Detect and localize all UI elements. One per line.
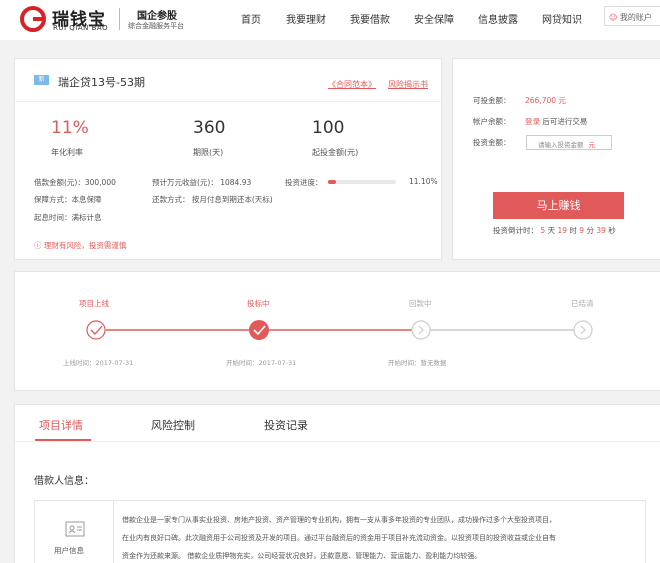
step-current-icon <box>249 320 269 340</box>
borrower-info-label: 用户信息 <box>54 546 84 555</box>
countdown-hours-unit: 时 <box>569 226 577 235</box>
loan-title: 瑞企贷13号-53期 <box>58 76 145 89</box>
account-label: 我的账户 <box>619 13 652 22</box>
tab-risk-control[interactable]: 风险控制 <box>151 417 195 433</box>
invest-button[interactable]: 马上赚钱 <box>493 192 624 219</box>
available-label: 可投金额： <box>473 96 511 105</box>
loan-amount: 借款金额(元)：300,000 <box>34 178 116 187</box>
borrower-line-3: 资金作为还款来源。 借款企业质押物充实，公司经营状况良好，还款意愿、管理能力、营… <box>122 552 482 560</box>
countdown-minutes: 9 <box>579 226 585 235</box>
logo-icon[interactable] <box>20 6 46 32</box>
countdown-label: 投资倒计时： <box>493 226 538 235</box>
repay-method: 还款方式： 按月付息到期还本(天标) <box>152 195 273 204</box>
nav-security[interactable]: 安全保障 <box>414 11 454 26</box>
min-invest-label: 起投金额(元) <box>312 148 359 157</box>
id-card-icon <box>65 521 85 537</box>
login-link[interactable]: 登录 <box>525 117 540 126</box>
balance-value: 登录 后可进行交易 <box>525 116 587 127</box>
borrower-heading: 借款人信息： <box>34 476 94 487</box>
progress-track <box>86 320 593 340</box>
borrower-line-1: 借款企业是一家专门从事实业投资、房地产投资、资产管理的专业机构，拥有一支从事多年… <box>122 516 556 524</box>
term-label: 期限(天) <box>193 148 224 157</box>
progress-bar <box>328 180 396 184</box>
contract-link[interactable]: 《合同范本》 <box>328 79 376 90</box>
input-unit: 元 <box>588 141 596 149</box>
expected-profit: 预计万元收益(元)： 1084.93 <box>152 178 252 187</box>
tagline-sub: 综合金融服务平台 <box>128 22 184 30</box>
risk-note: ⓘ 理财有风险，投资需谨慎 <box>34 240 126 251</box>
nav-borrow[interactable]: 我要借款 <box>350 11 390 26</box>
login-suffix: 后可进行交易 <box>542 117 588 126</box>
interest-start: 起息时间：满标计息 <box>34 213 102 222</box>
step-pending-icon-2 <box>573 320 593 340</box>
nav-disclosure[interactable]: 信息披露 <box>478 11 518 26</box>
tab-divider <box>15 441 660 442</box>
guarantee-method: 保障方式：本息保障 <box>34 195 102 204</box>
min-invest-value: 100 <box>312 118 345 138</box>
tab-project-detail[interactable]: 项目详情 <box>39 417 83 433</box>
input-placeholder: 请输入投资金额 <box>538 141 584 149</box>
step-time-bidding: 开始时间：2017-07-31 <box>226 359 297 367</box>
borrower-info-label-cell: 用户信息 <box>35 501 114 563</box>
nav-invest[interactable]: 我要理财 <box>286 11 326 26</box>
user-icon: ☺ <box>609 13 618 22</box>
site-header: 瑞钱宝 RUI QIAN BAO 国企参股 综合金融服务平台 首页 我要理财 我… <box>0 0 660 40</box>
progress-label: 投资进度： <box>285 178 323 187</box>
new-badge: 新 <box>34 75 49 85</box>
divider <box>15 101 441 102</box>
invest-amount-input[interactable]: 请输入投资金额元 <box>526 135 612 150</box>
detail-panel: 项目详情 风险控制 投资记录 借款人信息： 用户信息 借款企业是一家专门从事实业… <box>14 404 660 563</box>
step-pending-icon-1 <box>411 320 431 340</box>
risk-disclosure-link[interactable]: 风险揭示书 <box>388 79 428 90</box>
balance-label: 帐户余额： <box>473 117 511 126</box>
step-time-online: 上线时间：2017-07-31 <box>63 359 134 367</box>
progress-percent: 11.10% <box>409 177 438 186</box>
risk-note-text: 理财有风险，投资需谨慎 <box>43 241 127 250</box>
borrower-description: 借款企业是一家专门从事实业投资、房地产投资、资产管理的专业机构，拥有一支从事多年… <box>122 511 642 563</box>
countdown-minutes-unit: 分 <box>586 226 594 235</box>
warning-icon: ⓘ <box>34 241 42 250</box>
project-progress: 项目上线 投标中 回款中 已结清 上线时间：2017-07-31 开始时间：20… <box>14 271 660 391</box>
countdown-hours: 19 <box>557 226 567 235</box>
invest-card: 可投金额： 266,700 元 帐户余额： 登录 后可进行交易 投资金额： 请输… <box>452 58 660 260</box>
nav-home[interactable]: 首页 <box>241 11 261 26</box>
borrower-info-box: 用户信息 借款企业是一家专门从事实业投资、房地产投资、资产管理的专业机构，拥有一… <box>34 500 646 563</box>
tab-invest-records[interactable]: 投资记录 <box>264 417 308 433</box>
header-divider <box>119 8 120 30</box>
countdown-seconds: 39 <box>596 226 606 235</box>
step-label-online: 项目上线 <box>79 299 109 308</box>
step-label-settled: 已结清 <box>571 299 594 308</box>
tagline: 国企参股 <box>137 11 177 22</box>
borrower-line-2: 在业内有良好口碑。此次融资用于公司投资及开发的项目。通过平台融资后的资金用于项目… <box>122 534 556 542</box>
loan-info-card: 新 瑞企贷13号-53期 《合同范本》 风险揭示书 11% 年化利率 360 期… <box>14 58 442 260</box>
countdown-seconds-unit: 秒 <box>608 226 616 235</box>
countdown-days-unit: 天 <box>547 226 556 235</box>
countdown: 投资倒计时： 5 天 19 时 9 分 39 秒 <box>493 225 616 236</box>
rate-label: 年化利率 <box>51 148 83 157</box>
step-time-repaying: 开始时间：暂无数据 <box>388 359 447 367</box>
available-value: 266,700 元 <box>525 96 566 105</box>
countdown-days: 5 <box>540 226 546 235</box>
rate-value: 11% <box>51 118 89 138</box>
account-button[interactable]: ☺ 我的账户 <box>604 6 660 26</box>
amount-label: 投资金额： <box>473 138 511 147</box>
term-value: 360 <box>193 118 226 138</box>
nav-knowledge[interactable]: 网贷知识 <box>542 11 582 26</box>
step-label-bidding: 投标中 <box>247 299 270 308</box>
progress-bar-fill <box>328 180 336 184</box>
step-done-icon <box>86 320 106 340</box>
step-label-repaying: 回款中 <box>409 299 432 308</box>
logo-subtext: RUI QIAN BAO <box>53 24 109 32</box>
